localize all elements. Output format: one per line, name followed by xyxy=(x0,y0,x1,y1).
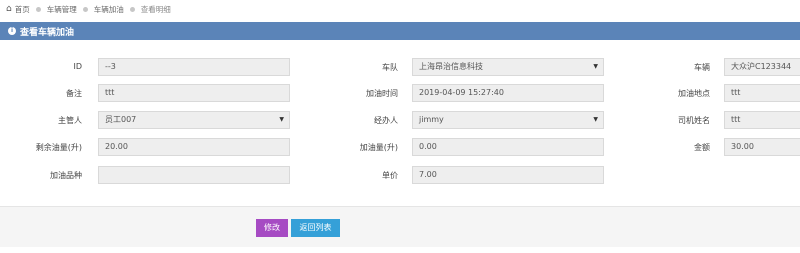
id-field[interactable]: --3 xyxy=(98,58,290,76)
handler-select[interactable]: jimmy xyxy=(412,111,604,129)
driver-field[interactable]: ttt xyxy=(724,111,800,129)
form-footer: 修改 返回列表 xyxy=(0,206,800,247)
form-row-1: ID --3 车队 上海昂治信息科技 车辆 大众沪C123344 xyxy=(0,58,800,78)
breadcrumb-separator-icon xyxy=(129,6,135,12)
remaining-fuel-field[interactable]: 20.00 xyxy=(98,138,290,156)
id-label: ID xyxy=(73,62,82,71)
amount-field[interactable]: 30.00 xyxy=(724,138,800,156)
form-row-4: 剩余油量(升) 20.00 加油量(升) 0.00 金额 30.00 xyxy=(0,138,800,158)
breadcrumb-separator-icon xyxy=(35,6,41,12)
fuel-type-field[interactable] xyxy=(98,166,290,184)
breadcrumb-home[interactable]: ⌂ 首页 xyxy=(6,4,30,15)
form-row-2: 备注 ttt 加油时间 2019-04-09 15:27:40 加油地点 ttt xyxy=(0,84,800,104)
remark-label: 备注 xyxy=(66,89,82,98)
form-row-5: 加油品种 单价 7.00 xyxy=(0,166,800,186)
breadcrumb: ⌂ 首页 车辆管理 车辆加油 查看明细 xyxy=(0,0,800,18)
breadcrumb-view-detail: 查看明细 xyxy=(140,4,171,14)
unit-price-label: 单价 xyxy=(382,171,398,180)
unit-price-field[interactable]: 7.00 xyxy=(412,166,604,184)
breadcrumb-separator-icon xyxy=(82,6,88,12)
refuel-amount-label: 加油量(升) xyxy=(359,143,398,152)
info-icon: i xyxy=(8,27,16,35)
amount-label: 金额 xyxy=(694,143,710,152)
driver-label: 司机姓名 xyxy=(678,116,710,125)
breadcrumb-vehicle-refuel[interactable]: 车辆加油 xyxy=(94,4,124,15)
breadcrumb-home-label: 首页 xyxy=(14,4,30,14)
refuel-location-label: 加油地点 xyxy=(678,89,710,98)
panel-title: 查看车辆加油 xyxy=(20,27,75,38)
refuel-time-label: 加油时间 xyxy=(366,89,398,98)
refuel-amount-field[interactable]: 0.00 xyxy=(412,138,604,156)
panel-header: i 查看车辆加油 xyxy=(0,22,800,40)
refuel-location-field[interactable]: ttt xyxy=(724,84,800,102)
vehicle-label: 车辆 xyxy=(694,63,710,72)
form-row-3: 主管人 员工007 经办人 jimmy 司机姓名 ttt xyxy=(0,111,800,131)
fleet-select[interactable]: 上海昂治信息科技 xyxy=(412,58,604,76)
remark-field[interactable]: ttt xyxy=(98,84,290,102)
handler-label: 经办人 xyxy=(374,116,398,125)
breadcrumb-vehicle-management[interactable]: 车辆管理 xyxy=(47,4,77,15)
refuel-time-field[interactable]: 2019-04-09 15:27:40 xyxy=(412,84,604,102)
home-icon: ⌂ xyxy=(6,4,12,14)
fleet-label: 车队 xyxy=(382,63,398,72)
manager-select[interactable]: 员工007 xyxy=(98,111,290,129)
fuel-type-label: 加油品种 xyxy=(50,171,82,180)
remaining-fuel-label: 剩余油量(升) xyxy=(35,143,82,152)
vehicle-field[interactable]: 大众沪C123344 xyxy=(724,58,800,76)
back-to-list-button[interactable]: 返回列表 xyxy=(291,219,340,237)
edit-button[interactable]: 修改 xyxy=(256,219,288,237)
manager-label: 主管人 xyxy=(58,116,82,125)
